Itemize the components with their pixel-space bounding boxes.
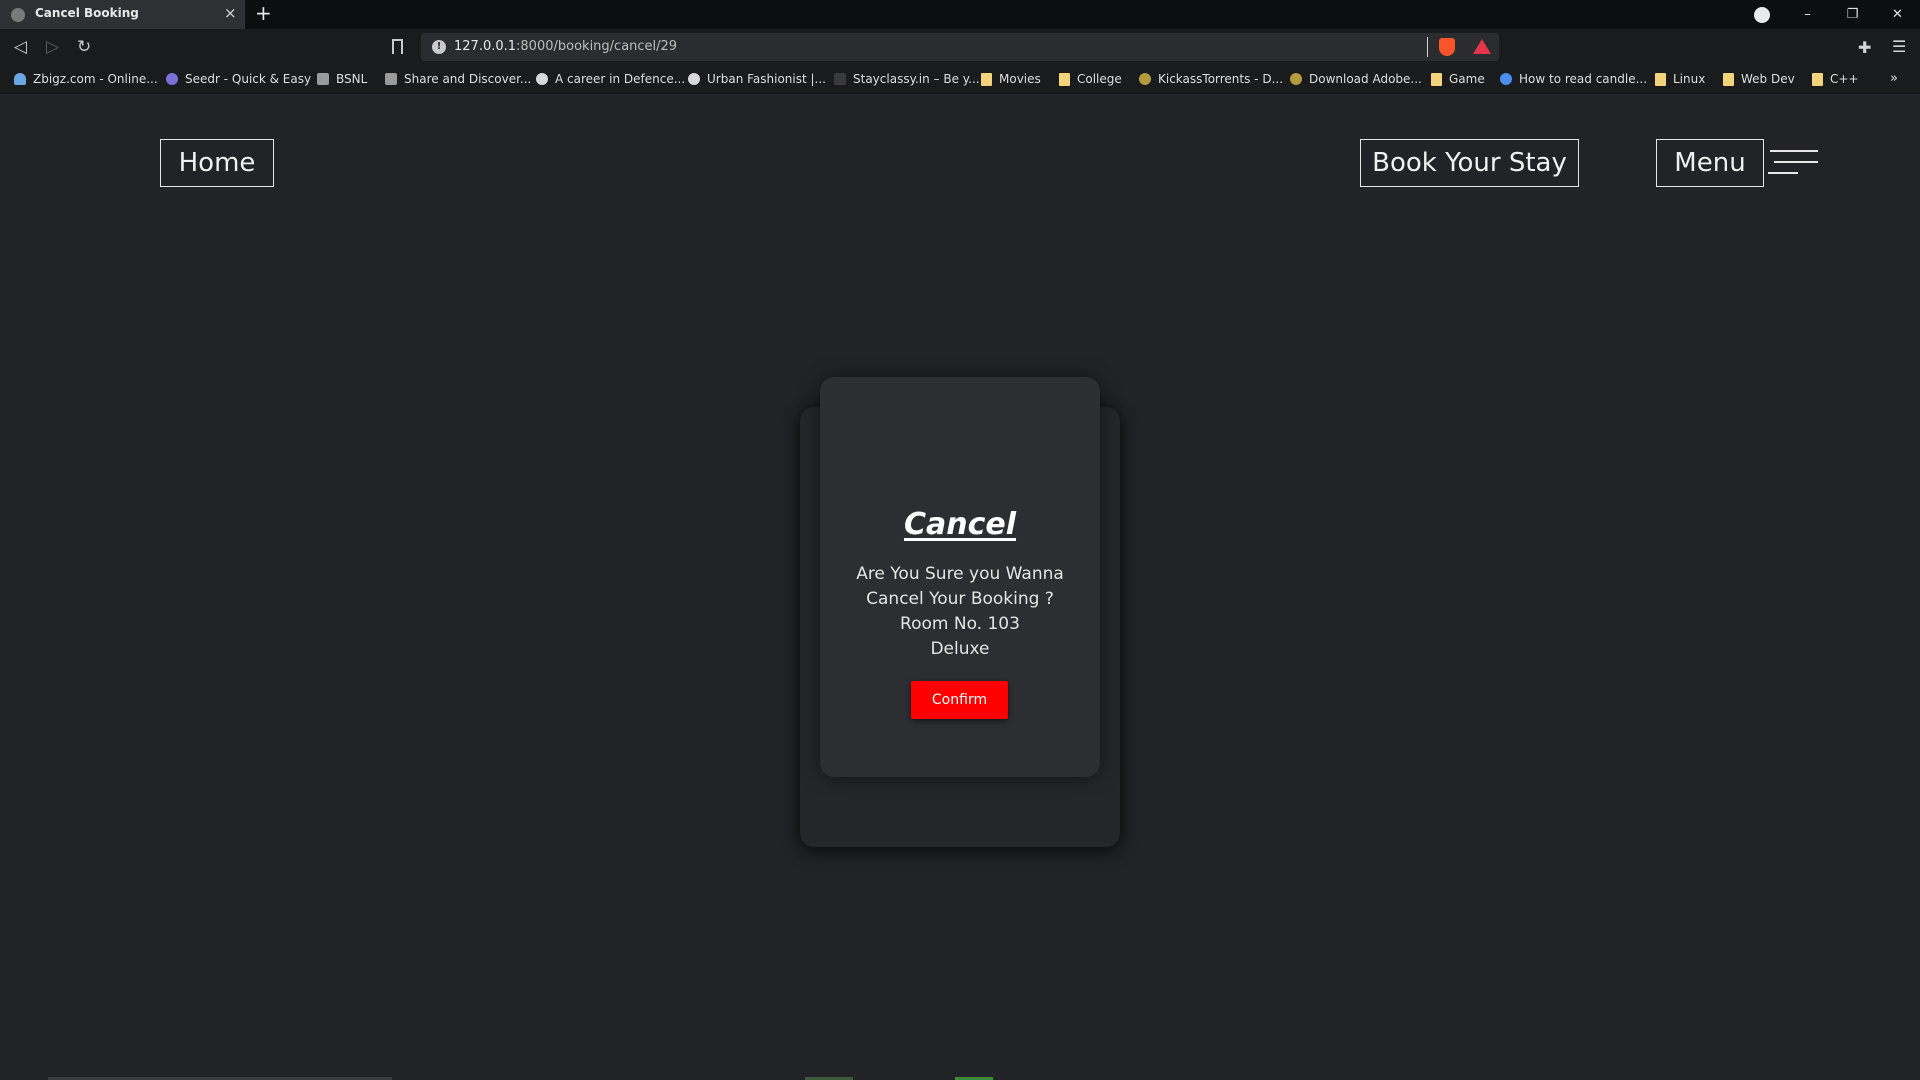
tab-title: Cancel Booking xyxy=(35,6,139,20)
bookmark-folder[interactable]: Movies xyxy=(981,72,1041,86)
chrome-icon xyxy=(1500,73,1512,85)
more-bookmarks-icon[interactable]: » xyxy=(1890,71,1898,86)
bookmark-item[interactable]: Urban Fashionist |... xyxy=(688,72,826,86)
kat-icon xyxy=(1139,73,1151,85)
bookmark-item[interactable]: KickassTorrents - D... xyxy=(1139,72,1283,86)
folder-icon xyxy=(981,72,992,86)
bookmark-item[interactable]: Stayclassy.in – Be y... xyxy=(834,72,980,86)
bookmark-folder[interactable]: College xyxy=(1059,72,1122,86)
seedr-icon xyxy=(166,73,178,85)
address-bar[interactable]: ! 127.0.0.1:8000/booking/cancel/29 xyxy=(421,33,1499,61)
message-line: Cancel Your Booking ? xyxy=(866,589,1054,609)
brave-rewards-icon[interactable] xyxy=(1473,39,1491,54)
extensions-icon[interactable]: ✚ xyxy=(1858,38,1871,57)
restore-button[interactable]: ❐ xyxy=(1830,7,1875,22)
forward-icon[interactable]: ▷ xyxy=(46,37,59,57)
tab-close-icon[interactable]: × xyxy=(224,4,237,22)
bookmark-item[interactable]: BSNL xyxy=(317,72,367,86)
tab-bar: Cancel Booking × + – ❐ ✕ xyxy=(0,0,1920,29)
confirm-button[interactable]: Confirm xyxy=(911,681,1008,719)
bookmark-item[interactable]: A career in Defence... xyxy=(536,72,685,86)
bookmark-folder[interactable]: C++ xyxy=(1812,72,1859,86)
brave-shields-icon[interactable] xyxy=(1439,38,1455,56)
bookmarks-bar: Zbigz.com - Online... Seedr - Quick & Ea… xyxy=(0,67,1920,94)
cancel-card: Cancel Are You Sure you Wanna Cancel You… xyxy=(820,377,1100,777)
tab-cancel-booking[interactable]: Cancel Booking × xyxy=(0,0,245,29)
room-number: Room No. 103 xyxy=(900,614,1020,634)
bookmark-item[interactable]: Zbigz.com - Online... xyxy=(14,72,158,86)
globe-icon xyxy=(536,73,548,85)
page-content: Home Book Your Stay Menu Cancel Are You … xyxy=(0,95,1920,1080)
profile-icon[interactable] xyxy=(1754,6,1770,23)
bookmark-item[interactable]: Seedr - Quick & Easy xyxy=(166,72,311,86)
bookmark-folder[interactable]: Web Dev xyxy=(1723,72,1795,86)
bsnl-icon xyxy=(317,73,329,85)
window-controls: – ❐ ✕ xyxy=(1754,0,1920,29)
folder-icon xyxy=(1431,72,1442,86)
globe-icon xyxy=(11,8,25,22)
reload-icon[interactable]: ↻ xyxy=(77,37,91,57)
bookmark-item[interactable]: Download Adobe... xyxy=(1290,72,1422,86)
message-line: Are You Sure you Wanna xyxy=(856,564,1064,584)
bookmark-item[interactable]: Share and Discover... xyxy=(385,72,531,86)
card-message: Are You Sure you Wanna Cancel Your Booki… xyxy=(820,562,1100,662)
url-text[interactable]: 127.0.0.1:8000/booking/cancel/29 xyxy=(454,39,677,54)
hamburger-menu-icon[interactable] xyxy=(1768,150,1818,180)
new-tab-icon[interactable]: + xyxy=(255,1,272,25)
back-icon[interactable]: ◁ xyxy=(14,37,27,57)
cloud-icon xyxy=(14,73,26,85)
minimize-button[interactable]: – xyxy=(1785,7,1830,22)
folder-icon xyxy=(1059,72,1070,86)
bookmark-folder[interactable]: Game xyxy=(1431,72,1485,86)
kat-icon xyxy=(1290,73,1302,85)
book-your-stay-button[interactable]: Book Your Stay xyxy=(1360,139,1579,187)
close-window-button[interactable]: ✕ xyxy=(1875,7,1920,22)
globe-icon xyxy=(688,73,700,85)
folder-icon xyxy=(1655,72,1666,86)
folder-icon xyxy=(1812,72,1823,86)
bookmark-item[interactable]: How to read candle... xyxy=(1500,72,1647,86)
site-info-icon[interactable]: ! xyxy=(432,40,446,54)
room-type: Deluxe xyxy=(930,639,990,659)
site-icon xyxy=(834,73,846,85)
bookmark-icon[interactable] xyxy=(392,39,403,54)
browser-menu-icon[interactable]: ☰ xyxy=(1892,37,1906,56)
folder-icon xyxy=(1723,72,1734,86)
browser-toolbar: ◁ ▷ ↻ ! 127.0.0.1:8000/booking/cancel/29… xyxy=(0,29,1920,67)
menu-button[interactable]: Menu xyxy=(1656,139,1764,187)
share-icon xyxy=(385,73,397,85)
bookmark-folder[interactable]: Linux xyxy=(1655,72,1705,86)
home-button[interactable]: Home xyxy=(160,139,274,187)
card-title: Cancel xyxy=(903,507,1017,542)
address-separator xyxy=(1427,37,1428,57)
